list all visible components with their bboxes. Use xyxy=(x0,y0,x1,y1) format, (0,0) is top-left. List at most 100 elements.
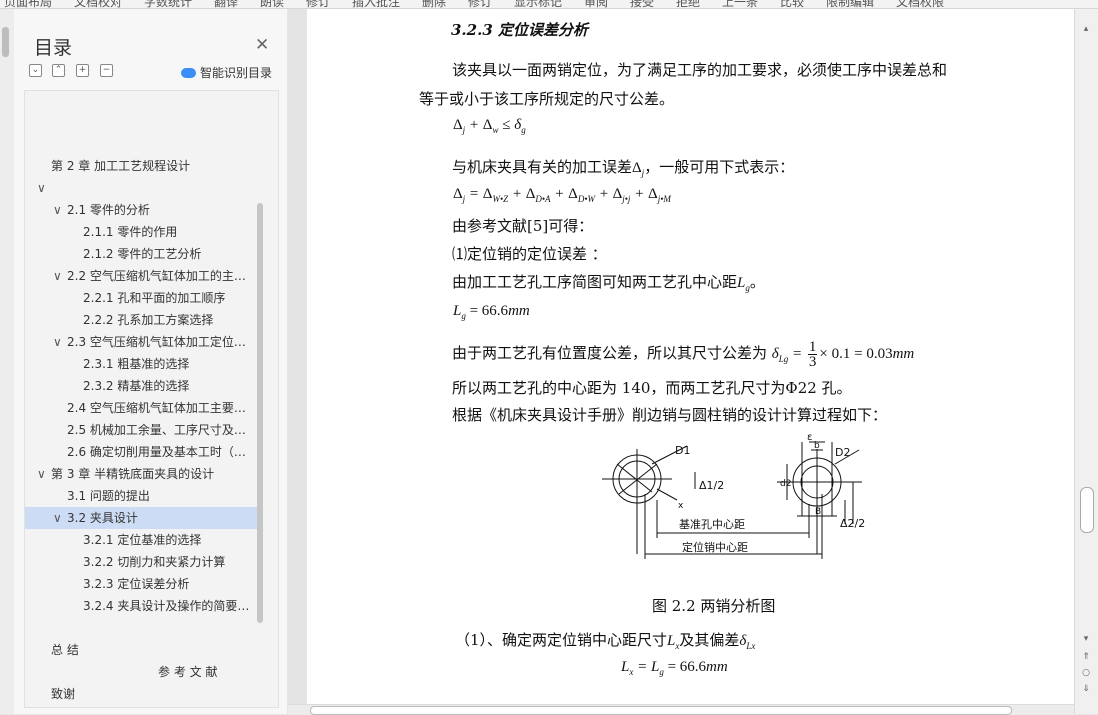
toc-item-label: 2.3 空气压缩机气缸体加工定位… xyxy=(67,335,246,349)
toolbar-item[interactable]: 上一条 xyxy=(722,0,758,8)
chevron-down-icon[interactable]: ∨ xyxy=(37,463,46,485)
toc-item-label: 2.1.1 零件的作用 xyxy=(83,225,178,239)
toolbar-item[interactable]: 比较 xyxy=(780,0,804,8)
toc-item[interactable]: 3.2.1 定位基准的选择 xyxy=(25,529,257,551)
chevron-down-icon[interactable]: ∨ xyxy=(53,331,62,353)
toolbar-item[interactable]: 修订 xyxy=(306,0,330,8)
toc-item-selected[interactable]: ∨ 3.2 夹具设计 xyxy=(25,507,257,529)
toc-item[interactable]: 致谢 xyxy=(25,683,257,705)
paragraph-line: 所以两工艺孔的中心距为 140，而两工艺孔尺寸为Φ22 孔。 xyxy=(452,379,852,397)
previous-page-icon[interactable]: ⇑ xyxy=(1080,651,1092,663)
scroll-up-icon[interactable]: ▴ xyxy=(1080,23,1092,35)
select-browse-object-icon[interactable]: ○ xyxy=(1080,667,1092,679)
toc-item-label: 2.1.2 零件的工艺分析 xyxy=(83,247,202,261)
label-half-delta2: Δ2/2 xyxy=(840,517,865,530)
toolbar-item[interactable]: 审阅 xyxy=(584,0,608,8)
collapse-all-icon[interactable]: ⌄ xyxy=(29,64,42,77)
toc-item-label: 2.4 空气压缩机气缸体加工主要… xyxy=(67,401,246,415)
left-edge-strip xyxy=(0,9,14,714)
add-heading-icon[interactable]: + xyxy=(76,64,89,77)
equation-error-components: Δj = ΔW•Z + ΔD•A + ΔD•W + Δj•j + Δj•M xyxy=(453,186,671,204)
paragraph-line: 与机床夹具有关的加工误差Δj，一般可用下式表示： xyxy=(452,158,795,178)
toc-item[interactable]: ∨ 第 3 章 半精铣底面夹具的设计 xyxy=(25,463,257,485)
toolbar-item[interactable]: 拒绝 xyxy=(676,0,700,8)
toc-item-label: 3.2.1 定位基准的选择 xyxy=(83,533,202,547)
toolbar-item[interactable]: 翻译 xyxy=(214,0,238,8)
toc-item[interactable]: 总 结 xyxy=(25,639,257,661)
toolbar-item[interactable]: 字数统计 xyxy=(144,0,192,8)
toolbar-item[interactable]: 插入批注 xyxy=(352,0,400,8)
equation-lg: Lg = 66.6mm xyxy=(453,303,530,321)
label-d2-small: d2 xyxy=(780,479,791,489)
toc-item[interactable]: 3.2.4 夹具设计及操作的简要… xyxy=(25,595,257,617)
scroll-down-icon[interactable]: ▾ xyxy=(1080,633,1092,645)
label-B: B xyxy=(815,507,821,517)
toc-item[interactable]: 3.2.3 定位误差分析 xyxy=(25,573,257,595)
toc-item[interactable]: 2.6 确定切削用量及基本工时（… xyxy=(25,441,257,463)
close-icon[interactable]: ✕ xyxy=(255,35,269,55)
toolbar-item[interactable]: 文档校对 xyxy=(74,0,122,8)
equation-lx: Lx = Lg = 66.6mm xyxy=(621,659,728,677)
label-d2: D2 xyxy=(835,446,850,459)
list-item: （1）、确定两定位销中心距尺寸Lx及其偏差δLx xyxy=(455,631,756,651)
chevron-down-icon[interactable]: ∨ xyxy=(53,507,62,529)
chevron-down-icon[interactable]: ∨ xyxy=(53,265,62,287)
toc-item[interactable]: 2.5 机械加工余量、工序尺寸及… xyxy=(25,419,257,441)
toolbar-item[interactable]: 修订 xyxy=(468,0,492,8)
paragraph-line: 该夹具以一面两销定位，为了满足工序的加工要求，必须使工序中误差总和 xyxy=(452,61,948,79)
toc-item-label: 2.3.2 精基准的选择 xyxy=(83,379,190,393)
paragraph-line: 由加工工艺孔工序简图可知两工艺孔中心距Lg。 xyxy=(452,273,765,293)
toolbar-item[interactable]: 删除 xyxy=(422,0,446,8)
toc-item-label: 2.5 机械加工余量、工序尺寸及… xyxy=(67,423,246,437)
toc-item-label: 3.2.2 切削力和夹紧力计算 xyxy=(83,555,226,569)
toc-item[interactable]: 2.1.1 零件的作用 xyxy=(25,221,257,243)
chevron-down-icon[interactable]: ∨ xyxy=(37,177,46,199)
toc-item[interactable]: ∨ 2.3 空气压缩机气缸体加工定位… xyxy=(25,331,257,353)
paragraph-line: 等于或小于该工序所规定的尺寸公差。 xyxy=(419,90,675,108)
toc-title: 目录 xyxy=(34,38,73,59)
toc-item[interactable]: 3.1 问题的提出 xyxy=(25,485,257,507)
expand-all-icon[interactable]: ⌃ xyxy=(52,64,65,77)
toolbar-item[interactable]: 朗读 xyxy=(260,0,284,8)
toc-item-label: 3.1 问题的提出 xyxy=(67,489,150,503)
section-heading: 3.2.3 定位误差分析 xyxy=(451,21,588,39)
smart-recognize-label: 智能识别目录 xyxy=(200,66,273,80)
equation-error-sum: Δj + Δw ≤ δg xyxy=(453,117,526,135)
remove-heading-icon[interactable]: − xyxy=(100,64,113,77)
smart-recognize-toc-button[interactable]: 智能识别目录 xyxy=(181,64,272,81)
label-base-hole-distance: 基准孔中心距 xyxy=(679,518,745,531)
toc-item[interactable]: ∨ 2.1 零件的分析 xyxy=(25,199,257,221)
list-item: ⑴定位销的定位误差 ： xyxy=(452,245,607,263)
toc-item[interactable]: ∨ 2.2 空气压缩机气缸体加工的主… xyxy=(25,265,257,287)
ribbon-toolbar: 页面布局 文档校对 字数统计 翻译 朗读 修订 插入批注 删除 修订 显示标记 审阅 接受 拒绝 上一条 比… xyxy=(0,0,1098,9)
toc-item[interactable]: 2.2.1 孔和平面的加工顺序 xyxy=(25,287,257,309)
toolbar-item[interactable]: 文档权限 xyxy=(896,0,944,8)
scrollbar-thumb[interactable] xyxy=(1080,487,1094,533)
toc-item[interactable]: 2.4 空气压缩机气缸体加工主要… xyxy=(25,397,257,419)
label-x: x xyxy=(678,501,684,511)
toc-item[interactable]: 3.2.2 切削力和夹紧力计算 xyxy=(25,551,257,573)
toc-item[interactable]: 参 考 文 献 xyxy=(25,661,257,683)
toc-item[interactable]: ∨ xyxy=(25,177,257,199)
horizontal-scrollbar[interactable] xyxy=(288,704,1074,715)
next-page-icon[interactable]: ⇓ xyxy=(1080,683,1092,695)
toc-item-label: 2.2.2 孔系加工方案选择 xyxy=(83,313,214,327)
panel-resize-handle[interactable] xyxy=(2,27,9,57)
vertical-scrollbar[interactable]: ▴ ▾ ⇑ ○ ⇓ xyxy=(1074,9,1098,714)
toc-item[interactable] xyxy=(25,617,257,639)
toc-item[interactable]: 2.3.2 精基准的选择 xyxy=(25,375,257,397)
two-pin-analysis-figure: D1 D2 Δ1/2 Δ2/2 基准孔中心距 定位销中心距 ε b B d2 x xyxy=(602,434,865,559)
toolbar-item[interactable]: 限制编辑 xyxy=(826,0,874,8)
toolbar-item[interactable]: 接受 xyxy=(630,0,654,8)
toolbar-item[interactable]: 页面布局 xyxy=(4,0,52,8)
toc-item-label: 3.2 夹具设计 xyxy=(67,511,138,525)
toc-list: 第 2 章 加工工艺规程设计 ∨ ∨ 2.1 零件的分析 2.1.1 零件的作用 2.1.… xyxy=(24,90,279,708)
toc-item[interactable]: 第 2 章 加工工艺规程设计 xyxy=(25,155,257,177)
toc-item[interactable]: 2.3.1 粗基准的选择 xyxy=(25,353,257,375)
toc-item[interactable]: 2.1.2 零件的工艺分析 xyxy=(25,243,257,265)
toolbar-item[interactable]: 显示标记 xyxy=(514,0,562,8)
cloud-icon xyxy=(181,68,196,78)
toc-item[interactable]: 2.2.2 孔系加工方案选择 xyxy=(25,309,257,331)
toc-scrollbar[interactable] xyxy=(257,203,263,623)
chevron-down-icon[interactable]: ∨ xyxy=(53,199,62,221)
